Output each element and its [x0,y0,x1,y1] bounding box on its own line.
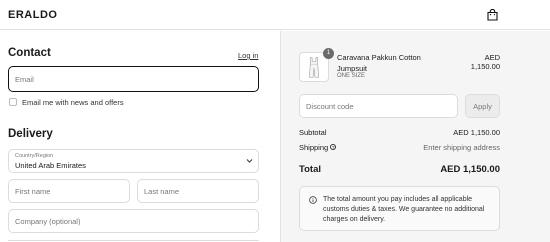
delivery-heading: Delivery [8,128,53,140]
brand-logo[interactable]: ERALDO [8,9,57,21]
newsletter-label: Email me with news and offers [22,98,124,107]
checkout-form: Contact Log in Email me with news and of… [0,31,280,242]
contact-heading: Contact [8,47,51,59]
email-input[interactable] [8,66,259,92]
last-name-input[interactable] [137,179,259,203]
country-select[interactable]: Country/Region United Arab Emirates [8,149,259,173]
product-variant: ONE SIZE [337,73,366,79]
country-value: United Arab Emirates [15,161,86,170]
header: ERALDO [0,0,550,30]
shopping-bag-icon[interactable] [487,9,498,21]
discount-code-input[interactable] [299,94,458,118]
shipping-value: Enter shipping address [423,143,500,152]
first-name-input[interactable] [8,179,130,203]
apply-discount-button[interactable]: Apply [465,94,500,118]
notice-text: The total amount you pay includes all ap… [323,196,485,223]
order-summary: 1 Caravana Pakkun Cotton Jumpsuit ONE SI… [280,31,550,242]
newsletter-checkbox[interactable] [9,98,17,106]
chevron-down-icon [246,159,253,163]
country-caption: Country/Region [15,153,54,159]
total-label: Total [299,164,321,175]
shipping-row-label: Shipping? [299,143,337,152]
product-price: AED 1,150.00 [470,53,500,71]
info-icon [309,196,317,204]
product-name: Caravana Pakkun Cotton Jumpsuit [337,53,421,73]
company-input[interactable] [8,209,259,233]
shipping-label: Shipping [299,143,329,152]
total-value: AED 1,150.00 [440,164,500,175]
subtotal-label: Subtotal [299,128,327,137]
help-icon[interactable]: ? [330,144,337,150]
quantity-badge: 1 [323,48,334,59]
duties-notice: The total amount you pay includes all ap… [299,186,500,231]
login-link[interactable]: Log in [238,51,258,60]
subtotal-value: AED 1,150.00 [453,128,500,137]
